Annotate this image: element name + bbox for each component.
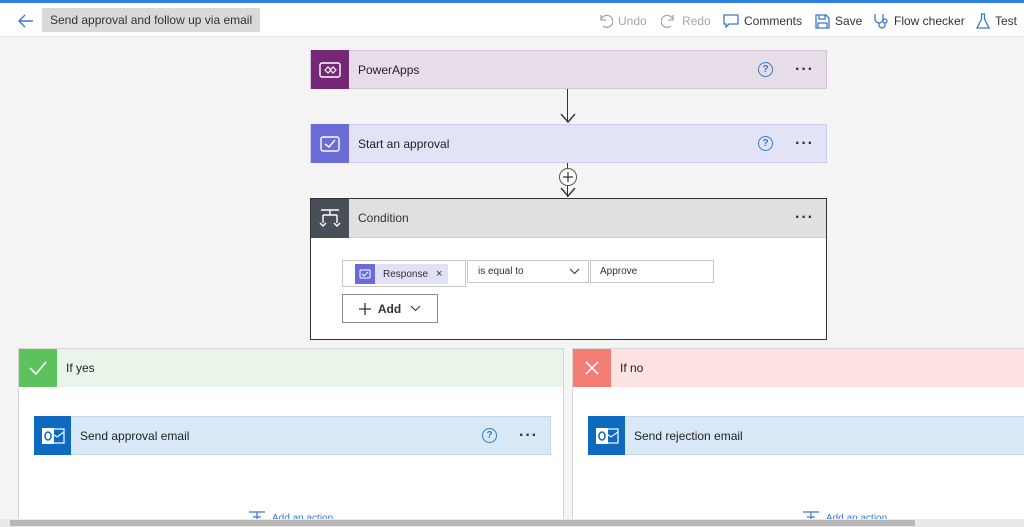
- save-icon: [815, 13, 830, 29]
- condition-value: Approve: [600, 266, 638, 277]
- save-button[interactable]: Save: [815, 10, 862, 32]
- comments-button[interactable]: Comments: [723, 10, 802, 32]
- arrow-down-icon: [560, 187, 576, 198]
- insert-step-button[interactable]: [559, 168, 577, 186]
- powerapps-trigger-card[interactable]: PowerApps ? ···: [310, 50, 827, 89]
- redo-icon: [661, 14, 674, 28]
- more-options-button[interactable]: ···: [795, 210, 814, 226]
- if-no-branch: If no Send rejection email Add an action: [572, 348, 1024, 524]
- command-bar: Send approval and follow up via email Un…: [0, 0, 1024, 37]
- arrow-left-icon: [18, 14, 33, 28]
- start-approval-card[interactable]: Start an approval ? ···: [310, 124, 827, 163]
- comment-icon: [723, 14, 739, 28]
- send-approval-email-label: Send approval email: [80, 428, 190, 443]
- outlook-icon: [34, 416, 71, 455]
- if-yes-branch: If yes Send approval email ? ··· Add an …: [18, 348, 564, 524]
- comments-label: Comments: [744, 14, 803, 28]
- operator-dropdown[interactable]: is equal to: [467, 260, 589, 283]
- if-yes-header[interactable]: If yes: [19, 349, 563, 387]
- plus-icon: [358, 302, 371, 315]
- outlook-icon: [588, 416, 625, 455]
- flask-icon: [976, 13, 990, 29]
- help-icon[interactable]: ?: [758, 136, 774, 151]
- remove-token-button[interactable]: ×: [436, 268, 442, 280]
- condition-card[interactable]: Condition ··· Response × is equal to App…: [310, 198, 827, 340]
- scrollbar-thumb[interactable]: [10, 520, 915, 526]
- test-label: Test: [995, 14, 1018, 28]
- plus-icon: [563, 172, 573, 182]
- approval-icon: [311, 124, 349, 163]
- more-options-button[interactable]: ···: [519, 427, 538, 443]
- add-row-button[interactable]: Add: [342, 294, 438, 323]
- redo-button[interactable]: Redo: [661, 10, 711, 32]
- more-options-button[interactable]: ···: [795, 61, 814, 77]
- powerapps-label: PowerApps: [358, 62, 420, 77]
- save-label: Save: [835, 14, 863, 28]
- condition-operand-field[interactable]: Response ×: [342, 260, 466, 287]
- send-approval-email-card[interactable]: Send approval email ? ···: [34, 416, 551, 455]
- condition-header[interactable]: Condition ···: [311, 198, 826, 238]
- chevron-down-icon: [410, 305, 421, 312]
- start-approval-label: Start an approval: [358, 136, 450, 151]
- horizontal-scrollbar[interactable]: [0, 519, 1024, 527]
- condition-icon: [311, 198, 349, 238]
- if-no-label: If no: [620, 361, 644, 375]
- undo-label: Undo: [618, 14, 647, 28]
- undo-icon: [600, 14, 613, 28]
- help-icon[interactable]: ?: [482, 428, 498, 443]
- arrow-down-icon: [560, 113, 576, 124]
- if-no-header[interactable]: If no: [573, 349, 1024, 387]
- if-yes-label: If yes: [66, 361, 95, 375]
- undo-button[interactable]: Undo: [597, 10, 647, 32]
- powerapps-icon: [311, 50, 349, 89]
- approval-icon: [355, 264, 375, 284]
- stethoscope-icon: [874, 14, 888, 29]
- close-icon: [573, 349, 611, 387]
- test-button[interactable]: Test: [976, 10, 1017, 32]
- token-label: Response: [383, 268, 429, 280]
- send-rejection-email-label: Send rejection email: [634, 428, 743, 443]
- help-icon[interactable]: ?: [758, 62, 774, 77]
- send-rejection-email-card[interactable]: Send rejection email: [588, 416, 1024, 455]
- flow-title[interactable]: Send approval and follow up via email: [42, 8, 261, 32]
- condition-value-input[interactable]: Approve: [590, 260, 714, 283]
- dynamic-content-token[interactable]: Response ×: [355, 264, 449, 284]
- chevron-down-icon: [569, 268, 580, 275]
- checkmark-icon: [19, 349, 57, 387]
- operator-value: is equal to: [478, 266, 524, 277]
- back-button[interactable]: [14, 9, 38, 33]
- add-label: Add: [377, 301, 402, 316]
- flow-checker-label: Flow checker: [894, 14, 965, 28]
- more-options-button[interactable]: ···: [795, 135, 814, 151]
- condition-label: Condition: [358, 211, 409, 225]
- redo-label: Redo: [682, 14, 711, 28]
- flow-checker-button[interactable]: Flow checker: [873, 10, 965, 32]
